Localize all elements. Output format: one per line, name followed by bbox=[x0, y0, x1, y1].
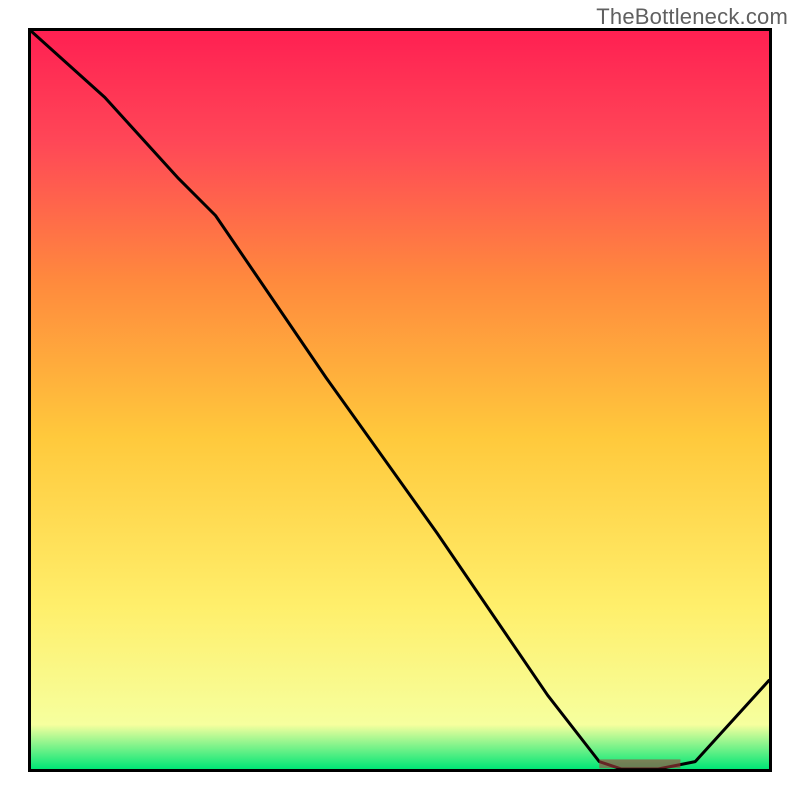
chart-container bbox=[28, 28, 772, 772]
curve-bottleneck bbox=[31, 31, 769, 769]
bottleneck-chart bbox=[31, 31, 769, 769]
valley-marker bbox=[599, 759, 680, 768]
attribution-text: TheBottleneck.com bbox=[596, 4, 788, 30]
